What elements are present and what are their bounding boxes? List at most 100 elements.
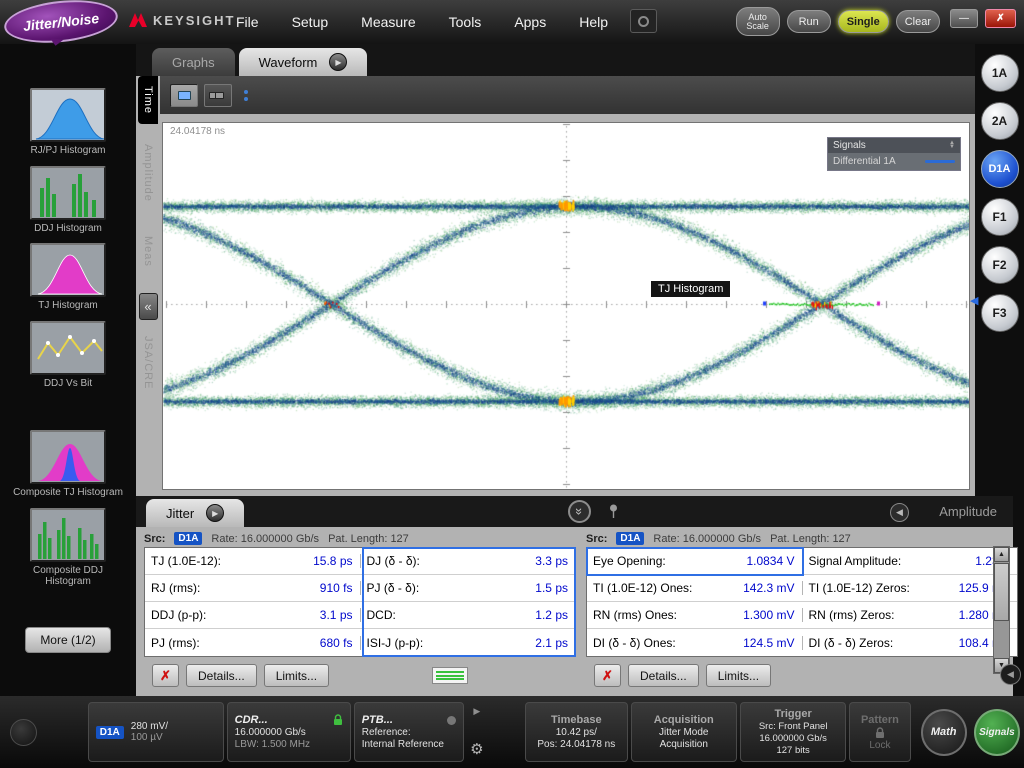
collapse-panel-button[interactable]: « (139, 293, 158, 320)
panel-collapse-left-button[interactable]: ◀ (1000, 664, 1021, 685)
amplitude-delete-button[interactable]: ✗ (594, 664, 621, 687)
vtab-jsa-cre[interactable]: JSA/CRE (142, 336, 154, 389)
metric-row[interactable]: TJ (1.0E-12):15.8 psDJ (δ - δ):3.3 ps (145, 548, 575, 575)
rate-label: Rate: 16.000000 Gb/s (211, 533, 319, 545)
sidebar-item-label: TJ Histogram (13, 300, 123, 312)
eye-diagram-plot[interactable]: 24.04178 ns Signals ▲▼ Differential 1A T… (162, 122, 970, 490)
timebase-status-segment[interactable]: Timebase 10.42 ps/ Pos: 24.04178 ns (525, 702, 627, 762)
sidebar-item-composite-ddj-histogram[interactable]: Composite DDJ Histogram (13, 508, 123, 588)
expand-right-icon[interactable]: ▶ (473, 706, 480, 717)
tab-graphs[interactable]: Graphs (152, 48, 235, 76)
jitter-table-buttons: ✗ Details... Limits... (144, 659, 576, 692)
auto-scale-button[interactable]: Auto Scale (736, 7, 780, 36)
tab-jitter[interactable]: Jitter ▶ (146, 499, 244, 527)
metric-label: RJ (rms): (145, 581, 290, 595)
amplitude-details-button[interactable]: Details... (628, 664, 699, 687)
scroll-up-button[interactable]: ▲ (994, 547, 1009, 562)
minimize-button[interactable]: — (950, 9, 978, 28)
single-button[interactable]: Single (838, 10, 889, 33)
metric-label: Eye Opening: (587, 554, 732, 568)
collapse-results-button[interactable]: » (568, 500, 591, 523)
amplitude-table-header: Src: D1A Rate: 16.000000 Gb/s Pat. Lengt… (586, 530, 1018, 547)
vtab-time[interactable]: Time (138, 76, 158, 124)
vtab-meas[interactable]: Meas (142, 236, 154, 267)
metric-value: 1.5 ps (505, 581, 575, 595)
jitter-limits-button[interactable]: Limits... (264, 664, 329, 687)
waveform-tab-menu-icon[interactable]: ▶ (329, 53, 347, 71)
signals-legend[interactable]: Signals ▲▼ Differential 1A (827, 137, 961, 171)
legend-scroll-icons[interactable]: ▲▼ (949, 142, 955, 149)
metric-row[interactable]: TI (1.0E-12) Ones:142.3 mVTI (1.0E-12) Z… (587, 575, 1017, 602)
eye-diagram-canvas[interactable] (163, 123, 969, 489)
trace-color-swatch (925, 160, 955, 163)
more-pages-button[interactable]: More (1/2) (25, 627, 111, 653)
pattern-status-segment[interactable]: Pattern Lock (849, 702, 910, 762)
sidebar-item-ddj-histogram[interactable]: DDJ Histogram (13, 166, 123, 235)
sidebar-item-composite-tj-histogram[interactable]: Composite TJ Histogram (13, 430, 123, 499)
math-button[interactable]: Math (921, 709, 967, 756)
channel-button-1a[interactable]: 1A (981, 54, 1019, 92)
channel-button-2a[interactable]: 2A (981, 102, 1019, 140)
pin-icon[interactable] (608, 504, 619, 519)
sidebar-item-tj-histogram[interactable]: TJ Histogram (13, 243, 123, 312)
split-display-button[interactable] (204, 84, 232, 107)
vertical-scrollbar[interactable]: ▲ ▼ (993, 546, 1010, 674)
channel-button-d1a[interactable]: D1A (981, 150, 1019, 188)
metric-row[interactable]: DDJ (p-p):3.1 psDCD:1.2 ps (145, 602, 575, 629)
channel-status-segment[interactable]: D1A 280 mV/ 100 µV (88, 702, 224, 762)
amplitude-limits-button[interactable]: Limits... (706, 664, 771, 687)
timebase-position: Pos: 24.04178 ns (537, 739, 615, 750)
metric-value: 2.1 ps (505, 636, 575, 650)
pattern-lock-label: Lock (869, 740, 890, 751)
jitter-tab-menu-icon[interactable]: ▶ (206, 504, 224, 522)
menu-apps[interactable]: Apps (514, 14, 546, 30)
front-panel-knob[interactable] (10, 719, 37, 746)
tab-waveform[interactable]: Waveform ▶ (239, 48, 368, 76)
sidebar-item-ddj-vs-bit[interactable]: DDJ Vs Bit (13, 321, 123, 390)
metric-label: PJ (rms): (145, 636, 290, 650)
screenshot-button[interactable] (630, 9, 657, 33)
gear-icon[interactable]: ⚙ (470, 740, 483, 758)
sidebar-item-rjpj-histogram[interactable]: RJ/PJ Histogram (13, 88, 123, 157)
metric-row[interactable]: Eye Opening:1.0834 VSignal Amplitude:1.2… (587, 548, 1017, 575)
tj-histogram-label[interactable]: TJ Histogram (651, 281, 730, 297)
menu-file[interactable]: File (236, 14, 259, 30)
cdr-status-segment[interactable]: CDR... 16.000000 Gb/s LBW: 1.500 MHz (227, 702, 351, 762)
metric-row[interactable]: RN (rms) Ones:1.300 mVRN (rms) Zeros:1.2… (587, 602, 1017, 629)
single-display-button[interactable] (170, 84, 198, 107)
menu-tools[interactable]: Tools (449, 14, 482, 30)
clear-button[interactable]: Clear (896, 10, 940, 33)
sidebar-item-label: RJ/PJ Histogram (13, 145, 123, 157)
sidebar-item-label: DDJ Vs Bit (13, 378, 123, 390)
channel-button-f3[interactable]: F3 (981, 294, 1019, 332)
src-channel-badge[interactable]: D1A (616, 532, 644, 545)
menu-setup[interactable]: Setup (292, 14, 329, 30)
toolbar-more-icon[interactable] (244, 90, 248, 101)
acquisition-status-segment[interactable]: Acquisition Jitter Mode Acquisition (631, 702, 737, 762)
app-logo[interactable]: Jitter/Noise (2, 0, 120, 48)
channel-button-f2[interactable]: F2 (981, 246, 1019, 284)
cdr-title: CDR... (235, 714, 268, 726)
close-button[interactable]: ✗ (985, 9, 1016, 28)
menu-help[interactable]: Help (579, 14, 608, 30)
scroll-tabs-left-button[interactable]: ◀ (890, 503, 909, 522)
ptb-status-segment[interactable]: PTB... Reference: Internal Reference (354, 702, 464, 762)
jitter-details-button[interactable]: Details... (186, 664, 257, 687)
channel-button-f1[interactable]: F1 (981, 198, 1019, 236)
display-icon (215, 92, 224, 99)
trigger-status-segment[interactable]: Trigger Src: Front Panel 16.000000 Gb/s … (740, 702, 846, 762)
scrollbar-thumb[interactable] (994, 563, 1009, 621)
metric-row[interactable]: RJ (rms):910 fsPJ (δ - δ):1.5 ps (145, 575, 575, 602)
trigger-source: Src: Front Panel (759, 721, 828, 732)
menu-measure[interactable]: Measure (361, 14, 415, 30)
src-channel-badge[interactable]: D1A (174, 532, 202, 545)
tab-amplitude[interactable]: Amplitude (939, 504, 997, 519)
signals-button[interactable]: Signals (974, 709, 1020, 756)
vtab-amplitude[interactable]: Amplitude (142, 144, 154, 202)
run-button[interactable]: Run (787, 10, 831, 33)
metric-row[interactable]: PJ (rms):680 fsISI-J (p-p):2.1 ps (145, 629, 575, 656)
jitter-delete-button[interactable]: ✗ (152, 664, 179, 687)
results-sidebar: RJ/PJ Histogram DDJ Histogram TJ Histogr… (0, 44, 136, 696)
metric-row[interactable]: DI (δ - δ) Ones:124.5 mVDI (δ - δ) Zeros… (587, 629, 1017, 656)
vertical-category-tabs: Time Amplitude Meas « JSA/CRE (136, 76, 160, 506)
